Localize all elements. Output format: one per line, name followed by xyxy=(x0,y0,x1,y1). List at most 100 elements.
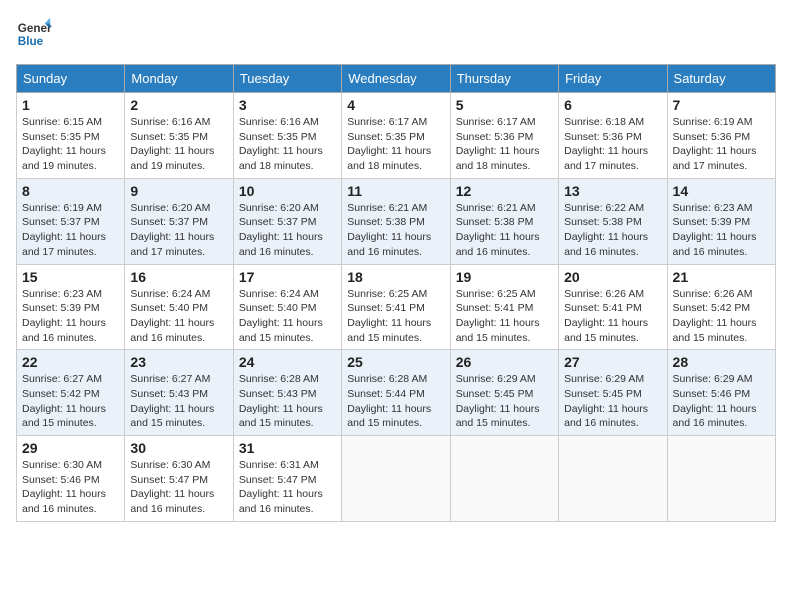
calendar-day-12: 12 Sunrise: 6:21 AM Sunset: 5:38 PM Dayli… xyxy=(450,178,558,264)
day-number: 11 xyxy=(347,183,444,199)
calendar-day-5: 5Sunrise: 6:17 AM Sunset: 5:36 PM Daylig… xyxy=(450,93,558,179)
calendar-day-15: 15Sunrise: 6:23 AM Sunset: 5:39 PM Dayli… xyxy=(17,264,125,350)
day-info: Sunrise: 6:26 AM Sunset: 5:42 PM Dayligh… xyxy=(673,287,770,346)
header-thursday: Thursday xyxy=(450,65,558,93)
day-info: Sunrise: 6:17 AM Sunset: 5:35 PM Dayligh… xyxy=(347,115,444,174)
svg-text:Blue: Blue xyxy=(18,35,44,48)
calendar-day-13: 13 Sunrise: 6:22 AM Sunset: 5:38 PM Dayli… xyxy=(559,178,667,264)
calendar-day-27: 27 Sunrise: 6:29 AM Sunset: 5:45 PM Dayli… xyxy=(559,350,667,436)
day-number: 12 xyxy=(456,183,553,199)
day-info: Sunrise: 6:19 AM Sunset: 5:36 PM Dayligh… xyxy=(673,115,770,174)
day-info: Sunrise: 6:24 AM Sunset: 5:40 PM Dayligh… xyxy=(239,287,336,346)
day-info: Sunrise: 6:17 AM Sunset: 5:36 PM Dayligh… xyxy=(456,115,553,174)
day-info: Sunrise: 6:27 AM Sunset: 5:43 PM Dayligh… xyxy=(130,372,227,431)
calendar-day-30: 30 Sunrise: 6:30 AM Sunset: 5:47 PM Dayli… xyxy=(125,436,233,522)
day-info: Sunrise: 6:19 AM Sunset: 5:37 PM Dayligh… xyxy=(22,201,119,260)
calendar-week-2: 8 Sunrise: 6:19 AM Sunset: 5:37 PM Daylig… xyxy=(17,178,776,264)
empty-cell xyxy=(450,436,558,522)
header-tuesday: Tuesday xyxy=(233,65,341,93)
calendar-day-3: 3 Sunrise: 6:16 AM Sunset: 5:35 PM Daylig… xyxy=(233,93,341,179)
calendar-day-1: 1 Sunrise: 6:15 AM Sunset: 5:35 PM Daylig… xyxy=(17,93,125,179)
header-saturday: Saturday xyxy=(667,65,775,93)
day-info: Sunrise: 6:23 AM Sunset: 5:39 PM Dayligh… xyxy=(673,201,770,260)
calendar-day-6: 6 Sunrise: 6:18 AM Sunset: 5:36 PM Daylig… xyxy=(559,93,667,179)
day-info: Sunrise: 6:22 AM Sunset: 5:38 PM Dayligh… xyxy=(564,201,661,260)
calendar-day-24: 24 Sunrise: 6:28 AM Sunset: 5:43 PM Dayli… xyxy=(233,350,341,436)
day-info: Sunrise: 6:27 AM Sunset: 5:42 PM Dayligh… xyxy=(22,372,119,431)
day-number: 28 xyxy=(673,354,770,370)
empty-cell xyxy=(342,436,450,522)
calendar-day-10: 10 Sunrise: 6:20 AM Sunset: 5:37 PM Dayli… xyxy=(233,178,341,264)
calendar-week-3: 15Sunrise: 6:23 AM Sunset: 5:39 PM Dayli… xyxy=(17,264,776,350)
day-info: Sunrise: 6:30 AM Sunset: 5:47 PM Dayligh… xyxy=(130,458,227,517)
day-number: 8 xyxy=(22,183,119,199)
header-friday: Friday xyxy=(559,65,667,93)
calendar-header-row: SundayMondayTuesdayWednesdayThursdayFrid… xyxy=(17,65,776,93)
calendar-day-29: 29Sunrise: 6:30 AM Sunset: 5:46 PM Dayli… xyxy=(17,436,125,522)
calendar-day-2: 2 Sunrise: 6:16 AM Sunset: 5:35 PM Daylig… xyxy=(125,93,233,179)
day-info: Sunrise: 6:20 AM Sunset: 5:37 PM Dayligh… xyxy=(239,201,336,260)
calendar-day-26: 26Sunrise: 6:29 AM Sunset: 5:45 PM Dayli… xyxy=(450,350,558,436)
day-info: Sunrise: 6:31 AM Sunset: 5:47 PM Dayligh… xyxy=(239,458,336,517)
calendar-day-31: 31Sunrise: 6:31 AM Sunset: 5:47 PM Dayli… xyxy=(233,436,341,522)
day-number: 13 xyxy=(564,183,661,199)
day-number: 19 xyxy=(456,269,553,285)
day-number: 27 xyxy=(564,354,661,370)
day-number: 2 xyxy=(130,97,227,113)
calendar-week-4: 22Sunrise: 6:27 AM Sunset: 5:42 PM Dayli… xyxy=(17,350,776,436)
day-number: 1 xyxy=(22,97,119,113)
calendar-day-23: 23 Sunrise: 6:27 AM Sunset: 5:43 PM Dayli… xyxy=(125,350,233,436)
day-number: 9 xyxy=(130,183,227,199)
day-info: Sunrise: 6:24 AM Sunset: 5:40 PM Dayligh… xyxy=(130,287,227,346)
day-number: 29 xyxy=(22,440,119,456)
header-wednesday: Wednesday xyxy=(342,65,450,93)
day-info: Sunrise: 6:16 AM Sunset: 5:35 PM Dayligh… xyxy=(130,115,227,174)
logo: General Blue xyxy=(16,16,52,52)
calendar-week-5: 29Sunrise: 6:30 AM Sunset: 5:46 PM Dayli… xyxy=(17,436,776,522)
day-number: 3 xyxy=(239,97,336,113)
calendar-day-20: 20 Sunrise: 6:26 AM Sunset: 5:41 PM Dayli… xyxy=(559,264,667,350)
calendar-day-22: 22Sunrise: 6:27 AM Sunset: 5:42 PM Dayli… xyxy=(17,350,125,436)
day-info: Sunrise: 6:16 AM Sunset: 5:35 PM Dayligh… xyxy=(239,115,336,174)
calendar-day-21: 21 Sunrise: 6:26 AM Sunset: 5:42 PM Dayli… xyxy=(667,264,775,350)
day-info: Sunrise: 6:29 AM Sunset: 5:46 PM Dayligh… xyxy=(673,372,770,431)
header-monday: Monday xyxy=(125,65,233,93)
calendar-day-14: 14 Sunrise: 6:23 AM Sunset: 5:39 PM Dayli… xyxy=(667,178,775,264)
day-info: Sunrise: 6:18 AM Sunset: 5:36 PM Dayligh… xyxy=(564,115,661,174)
day-info: Sunrise: 6:25 AM Sunset: 5:41 PM Dayligh… xyxy=(347,287,444,346)
empty-cell xyxy=(667,436,775,522)
day-number: 30 xyxy=(130,440,227,456)
calendar-day-9: 9Sunrise: 6:20 AM Sunset: 5:37 PM Daylig… xyxy=(125,178,233,264)
calendar-day-19: 19 Sunrise: 6:25 AM Sunset: 5:41 PM Dayli… xyxy=(450,264,558,350)
day-number: 10 xyxy=(239,183,336,199)
calendar-table: SundayMondayTuesdayWednesdayThursdayFrid… xyxy=(16,64,776,522)
day-number: 18 xyxy=(347,269,444,285)
day-number: 14 xyxy=(673,183,770,199)
calendar-day-17: 17 Sunrise: 6:24 AM Sunset: 5:40 PM Dayli… xyxy=(233,264,341,350)
calendar-day-16: 16 Sunrise: 6:24 AM Sunset: 5:40 PM Dayli… xyxy=(125,264,233,350)
calendar-day-4: 4 Sunrise: 6:17 AM Sunset: 5:35 PM Daylig… xyxy=(342,93,450,179)
day-info: Sunrise: 6:25 AM Sunset: 5:41 PM Dayligh… xyxy=(456,287,553,346)
calendar-day-28: 28 Sunrise: 6:29 AM Sunset: 5:46 PM Dayli… xyxy=(667,350,775,436)
day-number: 15 xyxy=(22,269,119,285)
day-number: 23 xyxy=(130,354,227,370)
day-number: 24 xyxy=(239,354,336,370)
day-info: Sunrise: 6:28 AM Sunset: 5:43 PM Dayligh… xyxy=(239,372,336,431)
day-number: 6 xyxy=(564,97,661,113)
day-info: Sunrise: 6:29 AM Sunset: 5:45 PM Dayligh… xyxy=(564,372,661,431)
calendar-week-1: 1 Sunrise: 6:15 AM Sunset: 5:35 PM Daylig… xyxy=(17,93,776,179)
day-info: Sunrise: 6:21 AM Sunset: 5:38 PM Dayligh… xyxy=(456,201,553,260)
logo-icon: General Blue xyxy=(16,16,52,52)
day-number: 26 xyxy=(456,354,553,370)
day-number: 20 xyxy=(564,269,661,285)
day-number: 17 xyxy=(239,269,336,285)
day-number: 21 xyxy=(673,269,770,285)
day-info: Sunrise: 6:26 AM Sunset: 5:41 PM Dayligh… xyxy=(564,287,661,346)
calendar-day-11: 11Sunrise: 6:21 AM Sunset: 5:38 PM Dayli… xyxy=(342,178,450,264)
day-number: 16 xyxy=(130,269,227,285)
calendar-day-25: 25Sunrise: 6:28 AM Sunset: 5:44 PM Dayli… xyxy=(342,350,450,436)
day-info: Sunrise: 6:15 AM Sunset: 5:35 PM Dayligh… xyxy=(22,115,119,174)
calendar-day-18: 18 Sunrise: 6:25 AM Sunset: 5:41 PM Dayli… xyxy=(342,264,450,350)
calendar-day-8: 8 Sunrise: 6:19 AM Sunset: 5:37 PM Daylig… xyxy=(17,178,125,264)
day-number: 4 xyxy=(347,97,444,113)
